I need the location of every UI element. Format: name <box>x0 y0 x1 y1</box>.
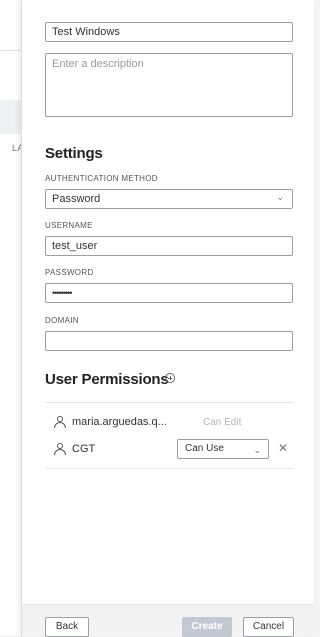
permission-level-select[interactable]: Can Use ⌄ <box>177 439 269 459</box>
divider <box>45 402 293 403</box>
create-connection-panel: Test Windows Settings AUTHENTICATION MET… <box>21 0 314 637</box>
permission-user-name: CGT <box>72 443 96 455</box>
user-icon <box>54 416 66 428</box>
divider <box>45 468 293 469</box>
background-page <box>0 0 22 635</box>
username-input[interactable]: test_user <box>45 236 293 256</box>
description-textarea[interactable] <box>45 53 293 117</box>
permission-user-name: maria.arguedas.q... <box>72 416 167 428</box>
create-button[interactable]: Create <box>182 617 232 637</box>
background-divider <box>0 50 22 51</box>
chevron-down-icon: ⌄ <box>253 445 261 455</box>
chevron-down-icon: ⌄ <box>276 192 284 202</box>
password-input[interactable]: ••••••••• <box>45 283 293 303</box>
user-icon <box>54 443 66 455</box>
panel-footer: Back Create Cancel <box>22 604 314 637</box>
cancel-button[interactable]: Cancel <box>243 617 294 637</box>
close-icon[interactable]: ✕ <box>278 441 288 455</box>
auth-method-select[interactable]: Password ⌄ <box>45 189 293 209</box>
password-label: PASSWORD <box>45 268 94 277</box>
background-table-header <box>0 100 22 134</box>
permission-level-value: Can Use <box>185 443 224 454</box>
auth-method-label: AUTHENTICATION METHOD <box>45 174 158 183</box>
back-button[interactable]: Back <box>45 617 89 637</box>
domain-label: DOMAIN <box>45 316 79 325</box>
user-permissions-heading: User Permissions <box>45 371 169 388</box>
permission-level-disabled: Can Edit <box>203 417 242 428</box>
settings-heading: Settings <box>45 145 103 162</box>
auth-method-value: Password <box>45 189 293 209</box>
name-input[interactable]: Test Windows <box>45 22 293 42</box>
add-permission-icon[interactable] <box>165 373 175 383</box>
username-label: USERNAME <box>45 221 93 230</box>
domain-input[interactable] <box>45 331 293 351</box>
